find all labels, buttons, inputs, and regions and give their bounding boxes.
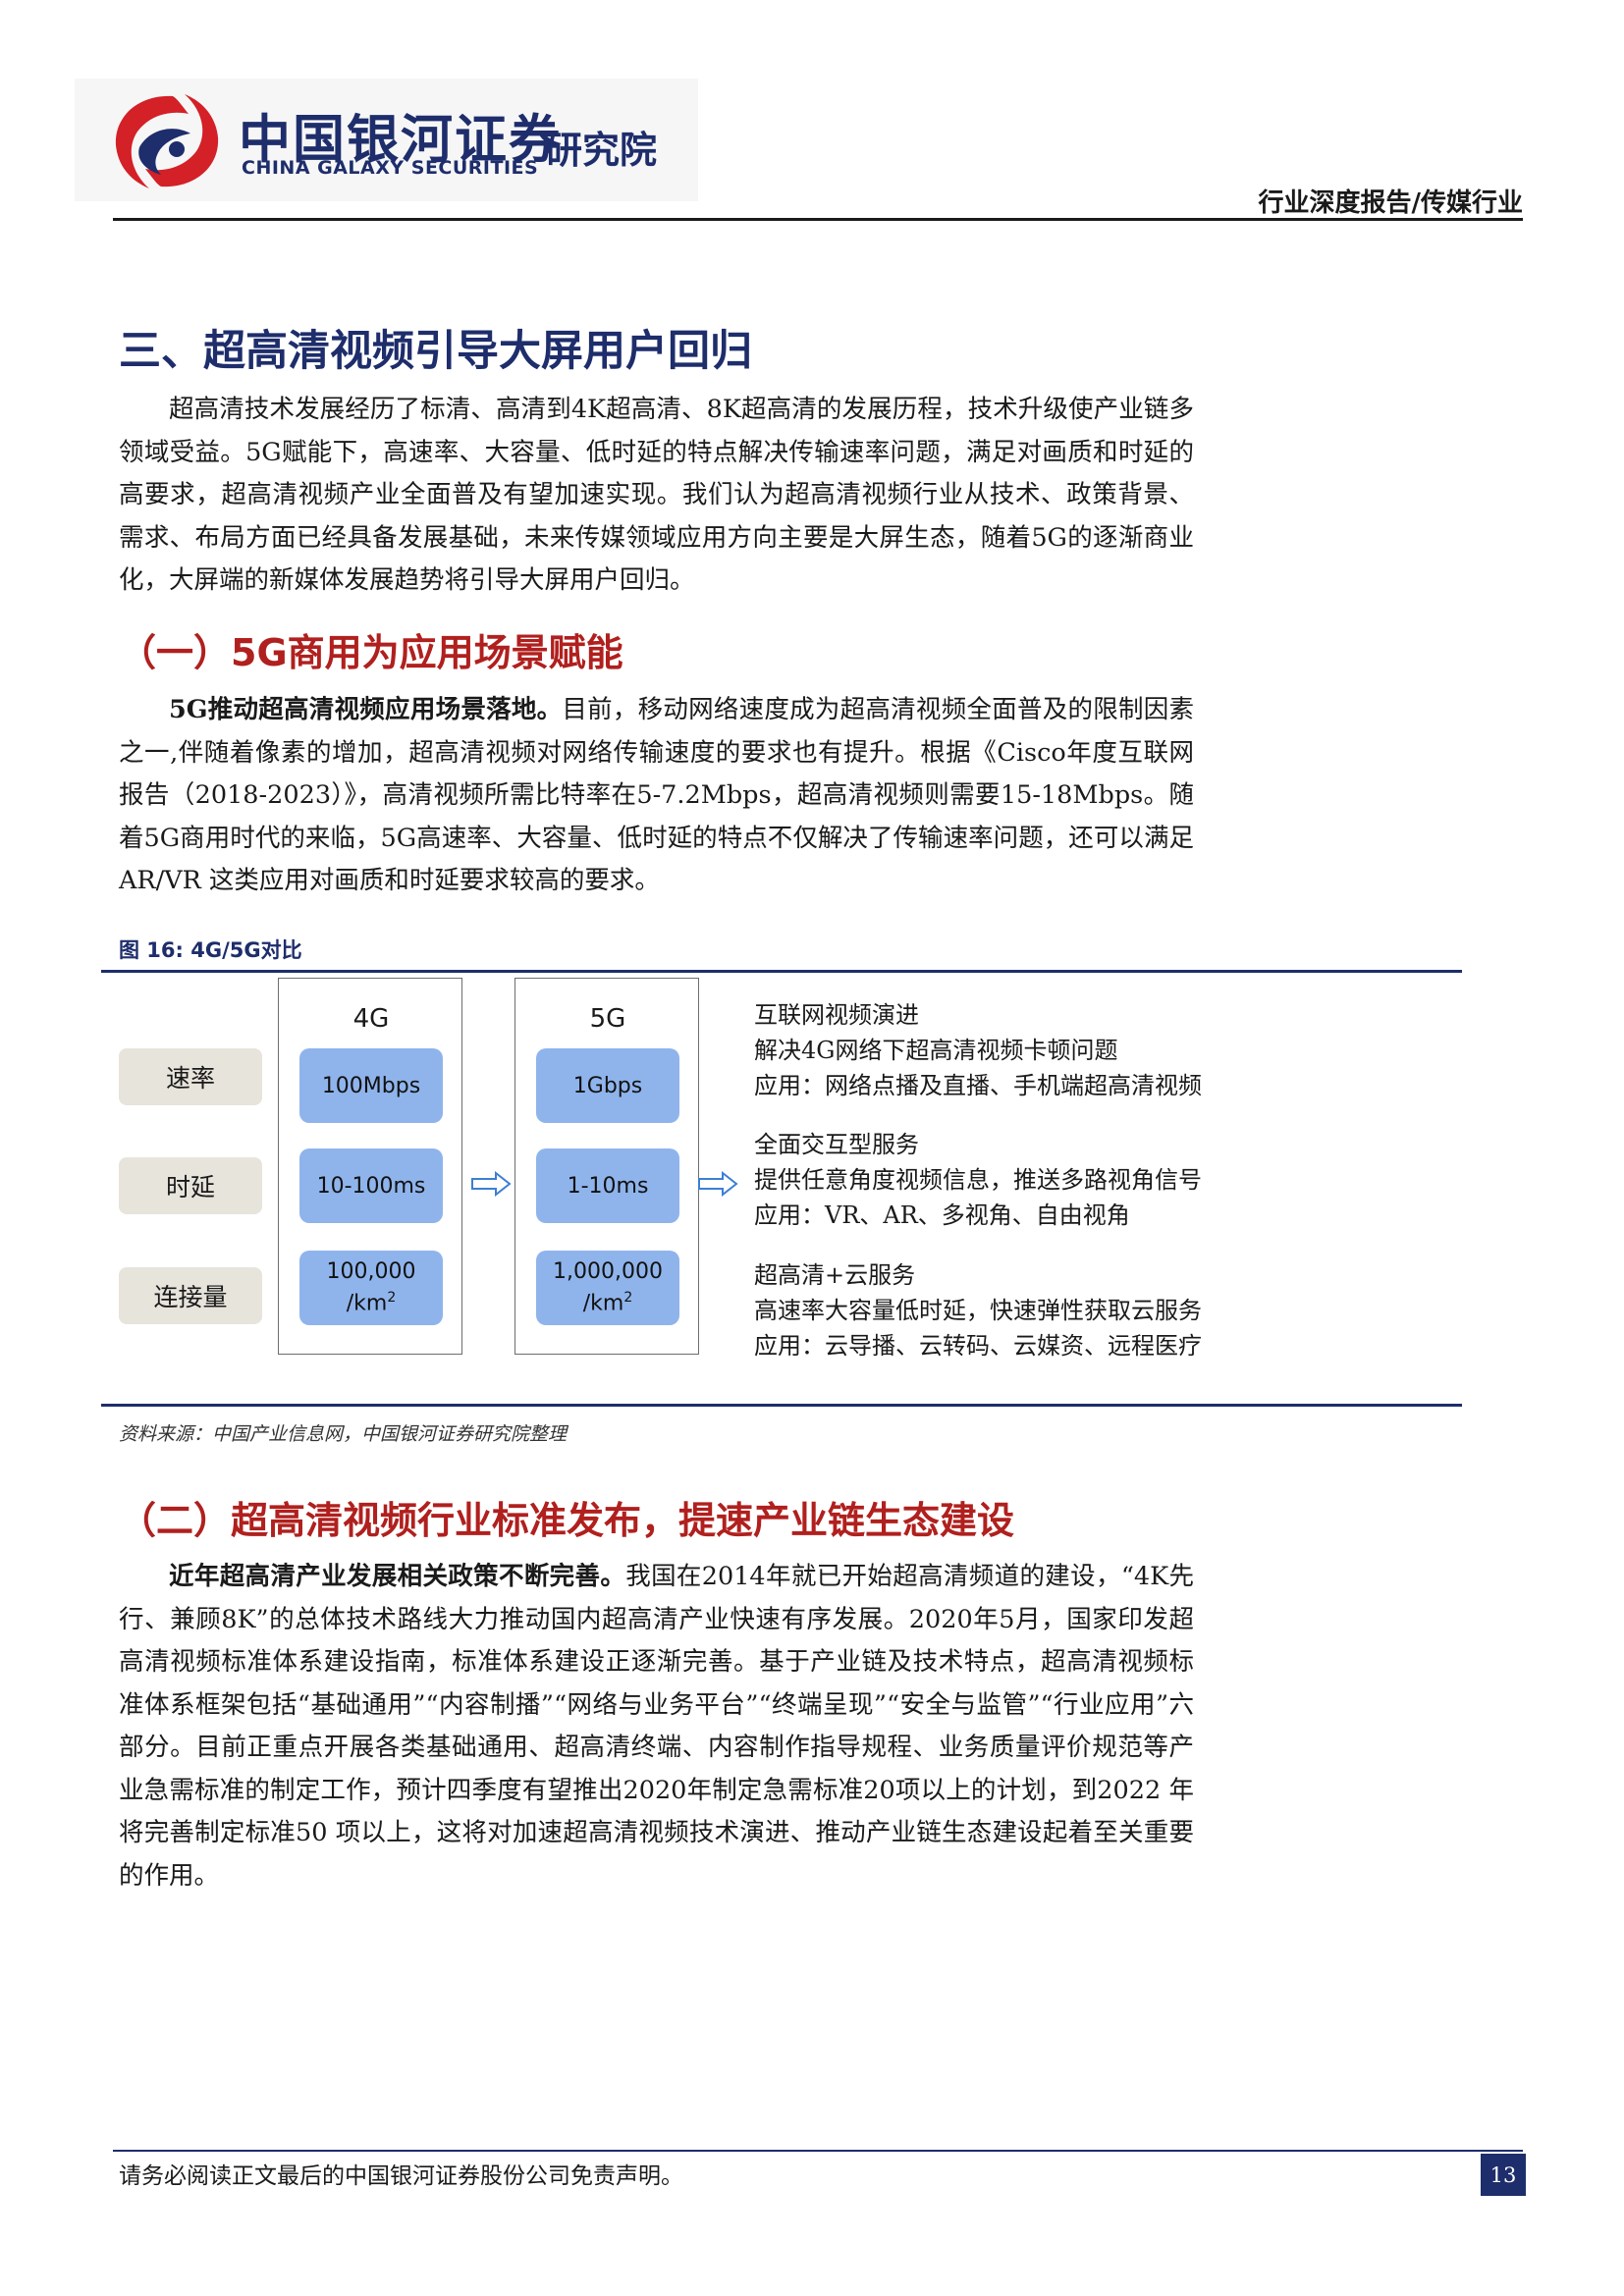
subsection-paragraph-1: 5G推动超高清视频应用场景落地。目前，移动网络速度成为超高清视频全面普及的限制因… [119,689,1194,903]
disclaimer-note: 请务必阅读正文最后的中国银河证券股份公司免责声明。 [119,2163,683,2189]
paragraph-lead: 5G推动超高清视频应用场景落地。 [169,695,563,724]
paragraph-body: 目前，移动网络速度成为超高清视频全面普及的限制因素之一,伴随着像素的增加，超高清… [119,695,1194,895]
description-group-2: 全面交互型服务 提供任意角度视频信息，推送多路视角信号 应用：VR、AR、多视角… [754,1127,1202,1233]
cell-4g-rate: 100Mbps [299,1048,443,1123]
subsection-title-2: （二）超高清视频行业标准发布，提速产业链生态建设 [119,1499,1015,1542]
cell-4g-latency: 10-100ms [299,1148,443,1223]
page-number: 13 [1481,2154,1526,2196]
figure-top-rule [101,970,1462,973]
description-title: 全面交互型服务 [754,1131,919,1158]
figure-bottom-rule [101,1404,1462,1407]
figure-source: 资料来源：中国产业信息网，中国银河证券研究院整理 [119,1423,568,1445]
brand-name-en: CHINA GALAXY SECURITIES [242,157,539,179]
section-paragraph: 超高清技术发展经历了标清、高清到4K超高清、8K超高清的发展历程，技术升级使产业… [119,395,1194,595]
header-divider [113,218,1523,221]
description-line: 高速率大容量低时延，快速弹性获取云服务 [754,1297,1202,1324]
arrow-right-icon [471,1171,512,1197]
brand-institute: 研究院 [545,129,658,172]
paragraph-lead: 近年超高清产业发展相关政策不断完善。 [169,1562,626,1591]
column-4g-title: 4G [352,1004,390,1034]
galaxy-logo-icon [115,94,219,188]
footer-divider [113,2150,1523,2152]
row-label-rate: 速率 [119,1048,262,1105]
subsection-paragraph-2: 近年超高清产业发展相关政策不断完善。我国在2014年就已开始超高清频道的建设，“… [119,1556,1194,1897]
subsection-title-1: （一）5G商用为应用场景赋能 [119,631,623,674]
description-title: 互联网视频演进 [754,1001,919,1029]
row-label-latency: 时延 [119,1157,262,1214]
section-title: 三、超高清视频引导大屏用户回归 [119,327,752,376]
description-line: 提供任意角度视频信息，推送多路视角信号 [754,1166,1202,1194]
description-title: 超高清+云服务 [754,1261,916,1289]
report-type: 行业深度报告/传媒行业 [1258,188,1524,218]
cell-5g-rate: 1Gbps [536,1048,679,1123]
cell-5g-connections: 1,000,000 /km2 [536,1251,679,1325]
cell-5g-latency: 1-10ms [536,1148,679,1223]
figure-caption: 图 16: 4G/5G对比 [119,938,302,962]
description-line: 应用：网络点播及直播、手机端超高清视频 [754,1072,1202,1099]
paragraph-body: 我国在2014年就已开始超高清频道的建设，“4K先行、兼顾8K”的总体技术路线大… [119,1562,1194,1891]
description-group-3: 超高清+云服务 高速率大容量低时延，快速弹性获取云服务 应用：云导播、云转码、云… [754,1257,1202,1363]
cell-4g-connections: 100,000 /km2 [299,1251,443,1325]
column-5g-title: 5G [589,1004,626,1034]
row-label-connections: 连接量 [119,1267,262,1324]
description-line: 应用：VR、AR、多视角、自由视角 [754,1201,1130,1229]
description-line: 应用：云导播、云转码、云媒资、远程医疗 [754,1332,1202,1360]
description-line: 解决4G网络下超高清视频卡顿问题 [754,1037,1118,1064]
arrow-right-icon [698,1171,738,1197]
description-group-1: 互联网视频演进 解决4G网络下超高清视频卡顿问题 应用：网络点播及直播、手机端超… [754,997,1202,1103]
